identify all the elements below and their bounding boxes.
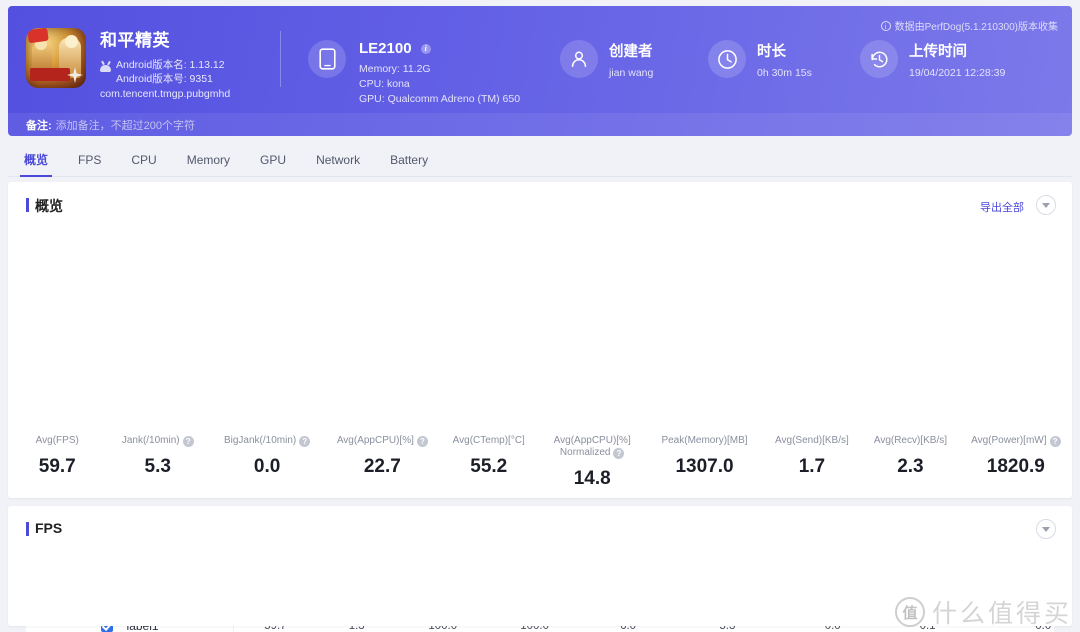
stat-label: Avg(Recv)[KB/s]: [873, 435, 947, 446]
device-gpu: GPU: Qualcomm Adreno (TM) 650: [359, 93, 521, 105]
app-title: 和平精英: [100, 31, 170, 50]
stat-value: 59.7: [38, 456, 76, 477]
stat-label: Avg(FPS): [35, 435, 79, 446]
tab-Memory[interactable]: Memory: [183, 144, 234, 177]
creator-name: jian wang: [609, 67, 654, 79]
help-icon[interactable]: ?: [416, 435, 428, 447]
report-header: 和平精英 Android版本名: 1.13.12 Android版本号: 935…: [8, 6, 1072, 136]
stat-label: Avg(CTemp)[°C]: [452, 435, 525, 446]
creator-title: 创建者: [609, 44, 653, 60]
stat-Peak(Memory)[MB]: Peak(Memory)[MB] 1307.0: [646, 435, 762, 490]
device-info-icon[interactable]: i: [420, 44, 431, 54]
overview-stats: Avg(FPS) 59.7 Jank(/10min)? 5.3 BigJank(/10m…: [8, 435, 1072, 490]
fps-section-title: FPS: [26, 520, 62, 536]
tab-GPU[interactable]: GPU: [256, 144, 290, 177]
stat-value: 1820.9: [986, 456, 1045, 477]
app-info: 和平精英 Android版本名: 1.13.12 Android版本号: 935…: [100, 26, 230, 100]
stat-Avg(CTemp)[°C]: Avg(CTemp)[°C] 55.2: [440, 435, 539, 490]
note-placeholder: 添加备注，不超过200个字符: [55, 119, 196, 132]
help-icon[interactable]: ?: [1049, 435, 1061, 447]
device-model: LE2100: [359, 40, 412, 57]
duration-value: 0h 30m 15s: [757, 67, 812, 79]
duration-block: 时长 0h 30m 15s: [708, 40, 812, 80]
stat-BigJank(/10min): BigJank(/10min)? 0.0: [209, 435, 325, 490]
stat-Avg(AppCPU)[%]: Avg(AppCPU)[%]? 22.7: [325, 435, 439, 490]
stat-value: 1.7: [798, 456, 826, 477]
user-icon: [560, 40, 598, 78]
help-icon[interactable]: ?: [182, 435, 194, 447]
note-label: 备注:: [26, 119, 52, 132]
tab-概览[interactable]: 概览: [20, 144, 53, 177]
upload-value: 19/04/2021 12:28:39: [909, 67, 1006, 79]
upload-title: 上传时间: [909, 44, 967, 60]
header-divider: [280, 31, 281, 87]
app-package-name: com.tencent.tmgp.pubgmhd: [100, 88, 231, 100]
clock-icon: [708, 40, 746, 78]
app-version-row: Android版本名: 1.13.12 Android版本号: 9351: [100, 58, 230, 86]
fps-collapse-button[interactable]: [1036, 519, 1056, 539]
stat-value: 0.0: [253, 456, 281, 477]
creator-block: 创建者 jian wang: [560, 40, 653, 80]
collect-source-note: i 数据由PerfDog(5.1.210300)版本收集: [880, 18, 1058, 33]
tab-bar: 概览 FPS CPU Memory GPU Network Battery: [8, 144, 1072, 177]
device-block: LE2100 i Memory: 11.2G CPU: kona GPU: Qu…: [308, 40, 520, 107]
stat-label: Jank(/10min)?: [107, 435, 209, 447]
duration-title: 时长: [757, 44, 786, 60]
overview-section-title: 概览: [26, 196, 63, 216]
tab-Network[interactable]: Network: [312, 144, 364, 177]
stat-label: Peak(Memory)[MB]: [661, 435, 748, 446]
upload-time-block: 上传时间 19/04/2021 12:28:39: [860, 40, 1005, 80]
android-icon: [100, 60, 111, 72]
perfdog-report-page: 和平精英 Android版本名: 1.13.12 Android版本号: 935…: [0, 0, 1080, 632]
info-icon: i: [880, 21, 891, 31]
stat-value: 1307.0: [675, 456, 734, 477]
overview-card: 概览 导出全部 Avg(FPS) 59.7 Jank(/10min)? 5.3 BigJ…: [8, 182, 1072, 632]
export-all-button[interactable]: 导出全部: [980, 199, 1024, 215]
game-app-icon: [26, 28, 86, 88]
stat-value: 14.8: [573, 468, 611, 489]
stat-Avg(AppCPU)[%]: Avg(AppCPU)[%] Normalized? 14.8: [538, 435, 646, 490]
help-icon[interactable]: ?: [613, 447, 625, 459]
phone-icon: [308, 40, 346, 78]
help-icon[interactable]: ?: [299, 435, 311, 447]
overview-collapse-button[interactable]: [1036, 195, 1056, 215]
stat-label: Avg(AppCPU)[%] Normalized?: [553, 435, 631, 459]
note-bar[interactable]: 备注: 添加备注，不超过200个字符: [8, 113, 1072, 136]
stat-label: Avg(Send)[KB/s]: [775, 435, 849, 446]
fps-card: FPS Avg(FPS)59.7Var(FPS)1.3FPS>=18[%]100…: [8, 506, 1072, 626]
stat-value: 55.2: [470, 456, 508, 477]
stat-label: Avg(Power)[mW]?: [960, 435, 1072, 447]
stat-Avg(Power)[mW]: Avg(Power)[mW]? 1820.9: [960, 435, 1072, 490]
tab-CPU[interactable]: CPU: [127, 144, 160, 177]
tab-Battery[interactable]: Battery: [386, 144, 432, 177]
chevron-down-icon: [1042, 526, 1050, 532]
stat-Jank(/10min): Jank(/10min)? 5.3: [107, 435, 209, 490]
stat-Avg(Send)[KB/s]: Avg(Send)[KB/s] 1.7: [763, 435, 862, 490]
history-icon: [860, 40, 898, 78]
header-main: 和平精英 Android版本名: 1.13.12 Android版本号: 935…: [8, 6, 1072, 113]
app-version-code: Android版本号: 9351: [116, 73, 213, 85]
stat-Avg(FPS): Avg(FPS) 59.7: [8, 435, 107, 490]
chevron-down-icon: [1042, 202, 1050, 208]
stat-value: 5.3: [144, 456, 171, 477]
tab-FPS[interactable]: FPS: [74, 144, 105, 177]
stat-label: Avg(AppCPU)[%]?: [325, 435, 439, 447]
device-memory: Memory: 11.2G: [359, 63, 431, 75]
stat-label: BigJank(/10min)?: [209, 435, 325, 447]
stat-Avg(Recv)[KB/s]: Avg(Recv)[KB/s] 2.3: [861, 435, 960, 490]
device-cpu: CPU: kona: [359, 78, 410, 90]
stat-value: 2.3: [897, 456, 924, 477]
stat-value: 22.7: [363, 456, 401, 477]
app-version-name: Android版本名: 1.13.12: [116, 59, 225, 71]
